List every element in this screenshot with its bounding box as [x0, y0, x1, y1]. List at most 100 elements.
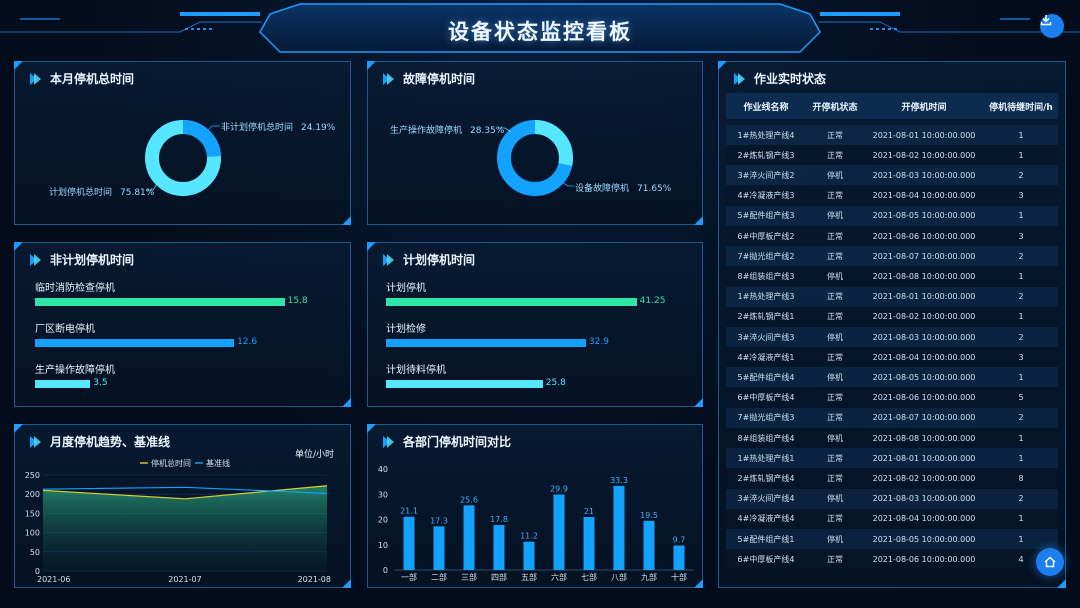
table-row[interactable]: 8#组装组产线3 停机 2021-08-08 10:00:00.000 1 [726, 266, 1058, 287]
x-tick-label: 九部 [641, 572, 657, 582]
hbar-label: 计划检修 [386, 324, 426, 335]
panel-planned-downtime: 计划停机时间 计划停机 41.25 计划检修 32.9 计划待料停机 25.8 [367, 242, 703, 407]
bar [523, 541, 535, 570]
table-row[interactable]: 1#热处理产线3 正常 2021-08-01 10:00:00.000 2 [726, 286, 1058, 307]
table-cell: 1#热处理产线4 [737, 130, 795, 140]
x-tick-label: 2021-07 [168, 575, 201, 584]
bar-value-label: 29.9 [550, 485, 568, 494]
table-cell: 2021-08-02 10:00:00.000 [872, 150, 976, 160]
table-cell: 2021-08-03 10:00:00.000 [872, 332, 976, 342]
hbar [386, 339, 586, 347]
table-cell: 正常 [827, 251, 843, 261]
table-cell: 1 [1018, 271, 1024, 281]
y-tick-label: 10 [378, 541, 388, 550]
table-cell: 1 [1018, 534, 1024, 544]
table-row[interactable]: 2#炼轧钢产线4 正常 2021-08-02 10:00:00.000 8 [726, 468, 1058, 489]
table-cell: 1 [1018, 211, 1024, 221]
table-cell: 正常 [827, 473, 843, 483]
bar [463, 505, 475, 570]
table-cell: 2021-08-02 10:00:00.000 [872, 473, 976, 483]
hbar [35, 380, 91, 388]
legend-label: 基准线 [206, 458, 230, 468]
y-tick-label: 40 [378, 465, 388, 474]
table-cell: 2#炼轧钢产线3 [737, 150, 795, 160]
table-cell: 1 [1018, 372, 1024, 382]
hbar-label: 计划停机 [386, 283, 426, 294]
table-cell: 停机 [827, 433, 843, 443]
download-button[interactable] [1040, 14, 1064, 38]
table-cell: 正常 [827, 352, 843, 362]
table-cell: 2021-08-08 10:00:00.000 [872, 271, 976, 281]
x-tick-label: 一部 [401, 572, 417, 582]
table-cell: 停机 [827, 494, 843, 504]
bar-value-label: 9.7 [673, 536, 686, 545]
table-row[interactable]: 8#组装组产线4 停机 2021-08-08 10:00:00.000 1 [726, 428, 1058, 448]
home-button[interactable] [1036, 548, 1064, 576]
table-row[interactable]: 3#淬火间产线2 停机 2021-08-03 10:00:00.000 2 [726, 165, 1058, 186]
table-cell: 2021-08-06 10:00:00.000 [872, 393, 976, 403]
table-cell: 1 [1018, 453, 1024, 463]
table-row[interactable]: 2#炼轧钢产线1 正常 2021-08-02 10:00:00.000 1 [726, 306, 1058, 327]
hbar-value: 3.5 [93, 378, 108, 388]
header: 设备状态监控看板 [0, 0, 1080, 58]
table-row[interactable]: 3#淬火间产线4 停机 2021-08-03 10:00:00.000 2 [726, 488, 1058, 509]
table-row[interactable]: 4#冷凝液产线1 正常 2021-08-04 10:00:00.000 3 [726, 347, 1058, 368]
table-cell: 3#淬火间产线4 [737, 494, 795, 504]
area-chart-trend: 0501001502002502021-06 2021-07 2021-08停机总时… [25, 458, 331, 584]
table-row[interactable]: 7#抛光组产线2 正常 2021-08-07 10:00:00.000 2 [726, 246, 1058, 267]
hbar-value: 32.9 [588, 337, 609, 347]
table-row[interactable]: 4#冷凝液产线4 正常 2021-08-04 10:00:00.000 1 [726, 508, 1058, 529]
panel-title-text: 作业实时状态 [754, 72, 827, 86]
table-row[interactable]: 1#热处理产线1 正常 2021-08-01 10:00:00.000 1 [726, 448, 1058, 469]
hbar-value: 25.8 [545, 378, 566, 388]
bar-value-label: 21 [584, 507, 594, 516]
bar [493, 525, 505, 570]
table-row[interactable]: 7#抛光组产线3 正常 2021-08-07 10:00:00.000 2 [726, 407, 1058, 428]
table-cell: 3#淬火间产线3 [737, 332, 795, 342]
table-cell: 停机 [827, 211, 843, 221]
table-cell: 5 [1018, 393, 1024, 403]
table-cell: 2 [1018, 332, 1024, 342]
table-cell: 正常 [827, 130, 843, 140]
play-arrow-icon [383, 253, 394, 266]
table-row[interactable]: 5#配件组产线3 停机 2021-08-05 10:00:00.000 1 [726, 205, 1058, 226]
table-row[interactable]: 4#冷凝液产线3 正常 2021-08-04 10:00:00.000 3 [726, 185, 1058, 206]
table-row[interactable]: 5#配件组产线1 停机 2021-08-05 10:00:00.000 1 [726, 529, 1058, 549]
x-tick-label: 五部 [521, 572, 537, 582]
table-cell: 停机 [827, 332, 843, 342]
table-row[interactable]: 5#配件组产线4 停机 2021-08-05 10:00:00.000 1 [726, 367, 1058, 388]
table-cell: 正常 [827, 231, 843, 241]
bar [613, 485, 625, 570]
table-row[interactable]: 6#中厚板产线4 正常 2021-08-06 10:00:00.000 5 [726, 387, 1058, 408]
table-cell: 5#配件组产线4 [737, 372, 795, 382]
table-row[interactable]: 6#中厚板产线2 正常 2021-08-06 10:00:00.000 3 [726, 226, 1058, 246]
table-row[interactable]: 3#淬火间产线3 停机 2021-08-03 10:00:00.000 2 [726, 327, 1058, 347]
x-tick-label: 七部 [581, 572, 597, 582]
table-cell: 1 [1018, 150, 1024, 160]
table-row[interactable]: 1#热处理产线4 正常 2021-08-01 10:00:00.000 1 [726, 125, 1058, 145]
panel-title: 非计划停机时间 [29, 251, 134, 268]
hbar-value: 15.8 [287, 296, 308, 306]
table-cell: 2021-08-06 10:00:00.000 [872, 231, 976, 241]
donut-label-planned: 计划停机总时间 75.81% [49, 188, 155, 198]
table-cell: 1 [1018, 514, 1024, 524]
table-cell: 6#中厚板产线2 [737, 231, 795, 241]
table-cell: 正常 [827, 312, 843, 322]
table-cell: 2021-08-04 10:00:00.000 [872, 191, 976, 201]
table-header: 作业线名称 开停机状态 开停机时间 停机待继时间/h [726, 93, 1058, 119]
table-cell: 6#中厚板产线4 [737, 554, 795, 564]
panel-monthly-downtime: 本月停机总时间 非计划停机总时间 24.19% 计划停机总时间 75.81% [14, 61, 351, 225]
y-tick-label: 0 [383, 566, 388, 575]
table-cell: 正常 [827, 292, 843, 302]
table-row[interactable]: 2#炼轧钢产线3 正常 2021-08-02 10:00:00.000 1 [726, 145, 1058, 166]
table-cell: 2021-08-02 10:00:00.000 [872, 312, 976, 322]
table-cell: 2021-08-01 10:00:00.000 [872, 453, 976, 463]
table-cell: 6#中厚板产线4 [737, 393, 795, 403]
table-cell: 2021-08-03 10:00:00.000 [872, 494, 976, 504]
table-cell: 停机 [827, 372, 843, 382]
table-cell: 5#配件组产线3 [737, 211, 795, 221]
table-cell: 正常 [827, 453, 843, 463]
table-row[interactable]: 6#中厚板产线4 正常 2021-08-06 10:00:00.000 4 [726, 549, 1058, 570]
table-cell: 2 [1018, 494, 1024, 504]
table-cell: 2021-08-07 10:00:00.000 [872, 251, 976, 261]
